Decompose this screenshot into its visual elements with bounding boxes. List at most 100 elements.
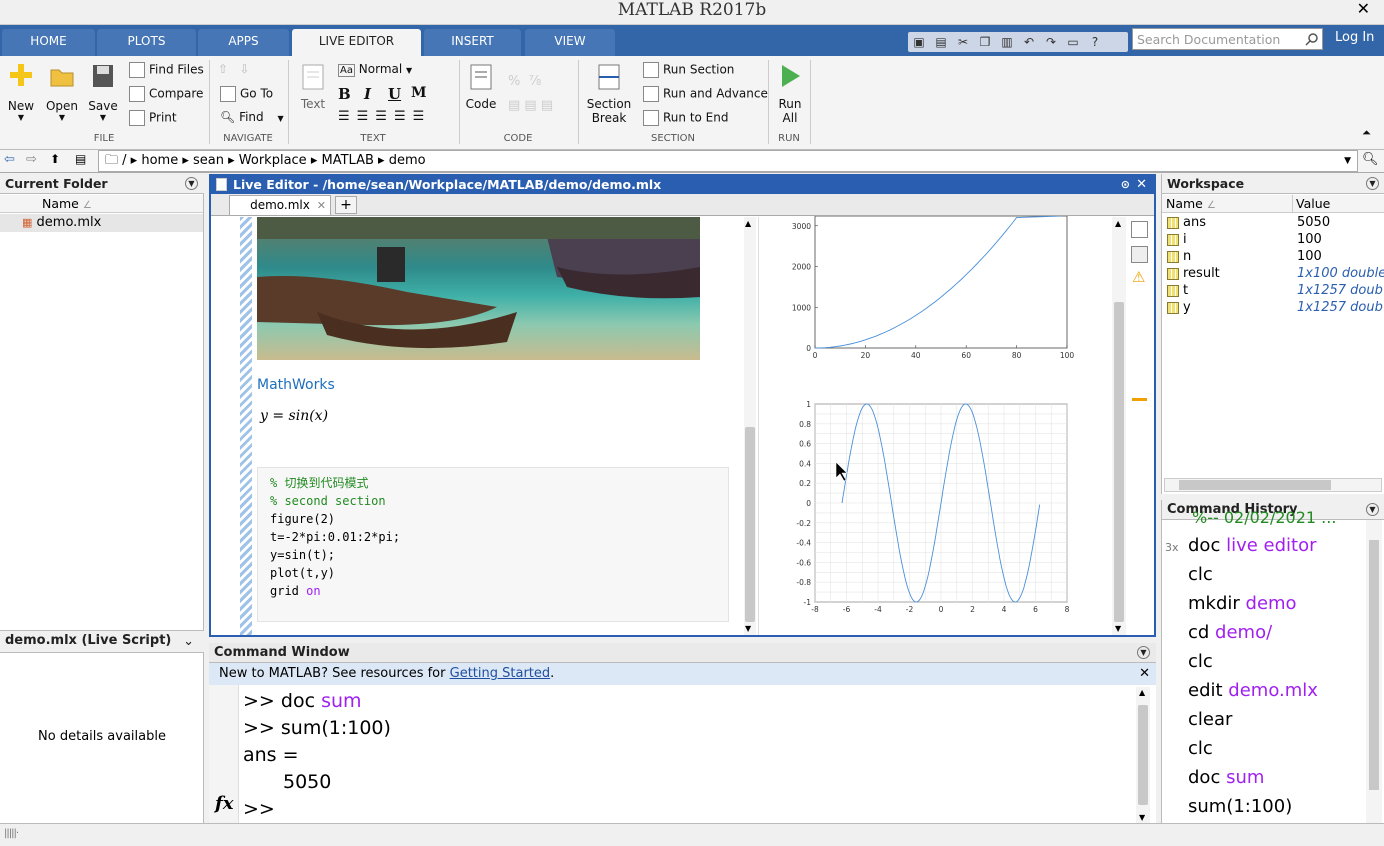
code-block[interactable]: % 切换到代码模式 % second section figure(2) t=-…: [257, 467, 729, 622]
run-all-button[interactable]: Run All: [775, 62, 805, 125]
table-row[interactable]: ans 5050: [1162, 215, 1384, 232]
bold-button[interactable]: B: [338, 85, 351, 103]
panel-menu-icon[interactable]: ▼: [185, 177, 198, 190]
browse-folder-icon[interactable]: ▤: [75, 152, 86, 166]
scrollbar-thumb[interactable]: [745, 427, 755, 622]
chevron-down-icon[interactable]: ⌄: [183, 632, 194, 651]
tab-home[interactable]: HOME: [2, 29, 95, 56]
history-item[interactable]: doc sum: [1188, 767, 1264, 788]
table-row[interactable]: y 1x1257 doub: [1162, 300, 1384, 317]
save-icon[interactable]: ▤: [932, 34, 950, 50]
open-dropdown-icon[interactable]: ▼: [45, 113, 79, 122]
history-item[interactable]: edit demo.mlx: [1188, 680, 1318, 701]
workspace-hscrollbar[interactable]: [1164, 478, 1382, 492]
history-item[interactable]: mkdir demo: [1188, 593, 1297, 614]
up-folder-icon[interactable]: ⬆: [50, 152, 60, 166]
scroll-up-icon[interactable]: ▲: [1115, 219, 1121, 228]
editor-scrollbar[interactable]: ▲ ▼: [744, 217, 756, 635]
scrollbar-thumb[interactable]: [1369, 540, 1379, 790]
history-item[interactable]: cd demo/: [1188, 622, 1272, 643]
command-prompt-input[interactable]: >>: [243, 798, 275, 820]
tab-insert[interactable]: INSERT: [424, 29, 521, 56]
history-item[interactable]: clc: [1188, 651, 1213, 672]
find-button[interactable]: 🔍︎ Find ▼: [220, 110, 284, 124]
close-icon[interactable]: ✕: [1357, 0, 1370, 18]
copy-icon[interactable]: ❐: [976, 34, 994, 50]
run-advance-button[interactable]: Run and Advance: [643, 86, 768, 102]
new-window-icon[interactable]: ▣: [910, 34, 928, 50]
breadcrumb-workplace[interactable]: Workplace: [239, 153, 307, 168]
back-icon[interactable]: ⇦: [4, 152, 15, 167]
scroll-down-icon[interactable]: ▼: [745, 624, 751, 633]
panel-menu-icon[interactable]: ▼: [1137, 646, 1150, 659]
history-item[interactable]: clear: [1188, 709, 1232, 730]
breadcrumb-demo[interactable]: demo: [389, 153, 426, 168]
scrollbar-thumb[interactable]: [1138, 705, 1148, 805]
cut-icon[interactable]: ✂: [954, 34, 972, 50]
redo-icon[interactable]: ↷: [1042, 34, 1060, 50]
open-button[interactable]: Open ▼: [45, 62, 79, 122]
panel-menu-icon[interactable]: ▼: [1366, 177, 1379, 190]
table-row[interactable]: n 100: [1162, 249, 1384, 266]
output-inline-icon[interactable]: [1131, 221, 1148, 238]
new-button[interactable]: New ▼: [6, 62, 36, 122]
name-column-header[interactable]: Name ∠: [0, 195, 203, 213]
panel-menu-icon[interactable]: ⊙: [1121, 176, 1130, 194]
cmd-scrollbar[interactable]: ▲ ▼: [1136, 687, 1150, 823]
panel-menu-icon[interactable]: ▼: [1366, 503, 1379, 516]
help-icon[interactable]: ?: [1086, 34, 1104, 50]
output-right-icon[interactable]: [1131, 246, 1148, 263]
forward-icon[interactable]: ⇨: [26, 152, 37, 167]
find-files-button[interactable]: Find Files: [129, 62, 204, 78]
run-section-button[interactable]: Run Section: [643, 62, 734, 78]
section-break-button[interactable]: Section Break: [586, 64, 632, 125]
search-icon[interactable]: [1305, 32, 1319, 46]
switch-windows-icon[interactable]: ▭: [1064, 34, 1082, 50]
history-item[interactable]: doc live editor: [1188, 535, 1316, 556]
scroll-down-icon[interactable]: ▼: [1139, 813, 1145, 822]
save-button[interactable]: Save ▼: [87, 62, 119, 122]
run-to-end-button[interactable]: Run to End: [643, 110, 729, 126]
tab-live-editor[interactable]: LIVE EDITOR: [292, 29, 421, 56]
tab-demo-mlx[interactable]: demo.mlx ✕: [229, 195, 331, 215]
history-item[interactable]: sum(1:100): [1188, 796, 1292, 817]
tab-view[interactable]: VIEW: [525, 29, 615, 56]
chevron-down-icon[interactable]: ▼: [1344, 151, 1351, 171]
text-button[interactable]: Text: [298, 64, 328, 111]
scroll-down-icon[interactable]: ▼: [1115, 624, 1121, 633]
mathworks-link[interactable]: MathWorks: [257, 377, 335, 393]
undo-icon[interactable]: ↶: [1020, 34, 1038, 50]
collapse-toolstrip-icon[interactable]: ⏶: [1362, 126, 1371, 140]
close-icon[interactable]: ✕: [1136, 176, 1147, 194]
history-item[interactable]: clc: [1188, 738, 1213, 759]
close-tab-icon[interactable]: ✕: [317, 196, 326, 215]
table-row[interactable]: t 1x1257 doub: [1162, 283, 1384, 300]
new-tab-button[interactable]: +: [335, 196, 357, 214]
print-button[interactable]: Print: [129, 110, 177, 126]
history-scrollbar[interactable]: [1366, 520, 1382, 823]
getting-started-link[interactable]: Getting Started: [450, 666, 551, 681]
col-name[interactable]: Name ∠: [1166, 196, 1216, 211]
login-link[interactable]: Log In: [1335, 30, 1374, 45]
table-row[interactable]: i 100: [1162, 232, 1384, 249]
italic-button[interactable]: I: [364, 85, 371, 103]
scrollbar-thumb[interactable]: [1114, 302, 1124, 622]
code-button[interactable]: Code: [465, 64, 497, 111]
scrollbar-thumb[interactable]: [1179, 480, 1331, 490]
tab-plots[interactable]: PLOTS: [97, 29, 196, 56]
breadcrumb-home[interactable]: home: [141, 153, 178, 168]
go-to-button[interactable]: Go To: [220, 86, 273, 102]
function-browser-icon[interactable]: fx: [215, 793, 233, 814]
list-align-buttons[interactable]: ☰☰☰☰☰: [338, 109, 431, 124]
compare-button[interactable]: Compare: [129, 86, 203, 102]
output-scrollbar[interactable]: ▲ ▼: [1112, 217, 1126, 635]
col-value[interactable]: Value: [1296, 196, 1330, 211]
scroll-up-icon[interactable]: ▲: [745, 219, 751, 228]
history-item[interactable]: clc: [1188, 564, 1213, 585]
breadcrumb-matlab[interactable]: MATLAB: [321, 153, 373, 168]
warning-marker[interactable]: [1132, 398, 1147, 401]
path-field[interactable]: 🗀 / ▸ home ▸ sean ▸ Workplace ▸ MATLAB ▸…: [98, 150, 1358, 172]
table-row[interactable]: result 1x100 double: [1162, 266, 1384, 283]
search-folder-icon[interactable]: 🔍︎: [1362, 152, 1379, 167]
search-documentation-input[interactable]: Search Documentation: [1132, 28, 1323, 50]
